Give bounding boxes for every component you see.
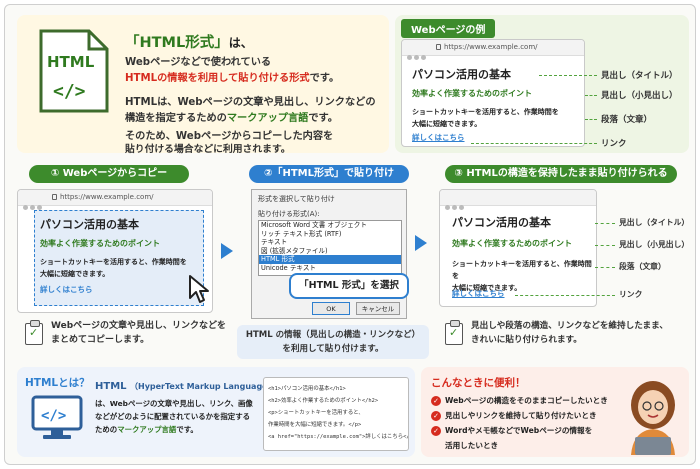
step3-label-link: リンク (619, 290, 643, 299)
example-label-link: リンク (601, 139, 627, 149)
step3-note: 見出しや段落の構造、リンクなどを維持したまま、 きれいに貼り付けられます。 (471, 321, 668, 345)
monitor-code-icon: </> (31, 395, 83, 439)
intro-line2: HTMLの情報を利用して貼り付ける形式です。 (125, 73, 340, 84)
step1-note: Webページの文章や見出し、リンクなどを まとめてコピーします。 (51, 321, 226, 345)
format-option[interactable]: Microsoft Word 文書 オブジェクト (259, 221, 401, 230)
clipboard-icon (25, 320, 43, 345)
check-icon: ✓ (431, 426, 441, 436)
svg-text:</>: </> (53, 81, 86, 102)
step3-label-paragraph: 段落（文章） (619, 262, 666, 271)
intro-line1: Webページなどで使われている (125, 57, 272, 68)
step1-browser-window: https://www.example.com/ パソコン活用の基本 効率よく作… (17, 189, 213, 313)
example-paragraph: ショートカットキーを活用すると、作業時間を 大幅に短縮できます。 (412, 108, 559, 128)
step1-subtitle: 効率よく作業するためのポイント (40, 239, 160, 248)
check-icon: ✓ (431, 396, 441, 406)
example-url: https://www.example.com/ (436, 43, 538, 51)
example-tag: Webページの例 (401, 19, 496, 38)
woman-with-laptop-illustration (631, 381, 675, 455)
example-label-title: 見出し（タイトル） (601, 71, 678, 81)
intro-line6: 貼り付ける場合などに利用されます。 (125, 144, 291, 155)
format-option[interactable]: 図 (拡張メタファイル) (259, 247, 401, 256)
arrow-right-icon (415, 235, 427, 251)
intro-line4: 構造を指定するためのマークアップ言語です。 (125, 113, 338, 124)
dialog-title: 形式を選択して貼り付け (258, 195, 335, 203)
paste-special-dialog: 形式を選択して貼り付け 貼り付ける形式(A): Microsoft Word 文… (251, 189, 407, 319)
format-option[interactable]: テキスト (259, 238, 401, 247)
example-browser-window: https://www.example.com/ パソコン活用の基本 効率よく作… (401, 39, 585, 147)
step1-url: https://www.example.com/ (52, 193, 154, 201)
ok-button[interactable]: OK (312, 302, 350, 315)
dialog-label: 貼り付ける形式(A): (258, 210, 320, 218)
step2-note: HTML の情報（見出しの構造・リンクなど） を利用して貼り付けます。 (237, 325, 429, 359)
step3-title: パソコン活用の基本 (452, 216, 551, 229)
benefit-item: ✓ Wordやメモ帳などでWebページの情報を (431, 423, 608, 438)
step3-label-subtitle: 見出し（小見出し） (619, 240, 690, 249)
benefits-panel: こんなときに便利！ ✓ Webページの構造をそのままコピーしたいとき ✓ 見出しやリ… (421, 367, 689, 457)
select-html-callout: 「HTML 形式」を選択 (289, 273, 409, 299)
svg-text:</>: </> (41, 408, 66, 424)
intro-heading: 「HTML形式」は、 (125, 35, 253, 51)
intro-line3: HTMLは、Webページの文章や見出し、リンクなどの (125, 97, 376, 108)
benefit-item: ✓ Webページの構造をそのままコピーしたいとき (431, 393, 608, 408)
example-panel: Webページの例 https://www.example.com/ パソコン活用… (395, 15, 689, 153)
step3-tag: ③ HTMLの構造を保持したまま貼り付けられる (445, 165, 677, 183)
benefits-title: こんなときに便利！ (431, 377, 526, 389)
html-document-icon: HTML </> (39, 29, 109, 113)
lock-icon (52, 194, 57, 200)
check-icon: ✓ (431, 411, 441, 421)
infographic: HTML </> 「HTML形式」は、 Webページなどで使われている HTML… (4, 4, 696, 465)
example-label-subtitle: 見出し（小見出し） (601, 91, 678, 101)
benefit-item: ✓ 見出しやリンクを維持して貼り付けたいとき (431, 408, 608, 423)
html-code-sample: <h1>パソコン活用の基本</h1> <h2>効率よく作業するためのポイント</… (263, 377, 409, 451)
svg-text:HTML: HTML (47, 53, 95, 71)
step1-tag: ① Webページからコピー (29, 165, 189, 183)
what-is-html-heading: HTMLとは？ (25, 377, 90, 389)
benefits-list: ✓ Webページの構造をそのままコピーしたいとき ✓ 見出しやリンクを維持して貼り付… (431, 393, 608, 453)
step3-label-title: 見出し（タイトル） (619, 218, 690, 227)
html-term: HTML （HyperText Markup Language） (95, 381, 276, 392)
step3-subtitle: 効率よく作業するためのポイント (452, 239, 572, 248)
arrow-right-icon (221, 243, 233, 259)
clipboard-icon (445, 320, 463, 345)
example-subtitle: 効率よく作業するためのポイント (412, 89, 532, 98)
step3-document-window: パソコン活用の基本 効率よく作業するためのポイント ショートカットキーを活用する… (439, 189, 597, 307)
format-option[interactable]: Unicode テキスト (259, 264, 401, 273)
step1-link[interactable]: 詳しくはこちら (40, 284, 93, 295)
mouse-cursor-icon (189, 275, 209, 303)
step2-tag: ②「HTML形式」で貼り付け (249, 165, 409, 183)
window-dots-icon (407, 45, 428, 64)
what-is-html-panel: HTMLとは？ </> HTML （HyperText Markup Langu… (17, 367, 415, 457)
step1-paragraph: ショートカットキーを活用すると、作業時間を 大幅に短縮できます。 (40, 258, 187, 278)
example-title: パソコン活用の基本 (412, 68, 511, 81)
html-description: は、Webページの文章や見出し、リンク、画像 などがどのように配置されているかを… (95, 399, 253, 434)
format-list[interactable]: Microsoft Word 文書 オブジェクト リッチ テキスト形式 (RTF… (258, 220, 402, 276)
example-link[interactable]: 詳しくはこちら (412, 132, 465, 143)
step1-title: パソコン活用の基本 (40, 218, 139, 231)
cancel-button[interactable]: キャンセル (356, 302, 400, 315)
example-label-paragraph: 段落（文章） (601, 115, 653, 125)
format-option-html-selected[interactable]: HTML 形式 (259, 255, 401, 264)
intro-panel: HTML </> 「HTML形式」は、 Webページなどで使われている HTML… (17, 15, 389, 155)
lock-icon (436, 44, 441, 50)
step3-link[interactable]: 詳しくはこちら (452, 288, 505, 299)
window-dots-icon (445, 195, 466, 214)
intro-line5: そのため、Webページからコピーした内容を (125, 131, 334, 142)
format-option[interactable]: リッチ テキスト形式 (RTF) (259, 230, 401, 239)
